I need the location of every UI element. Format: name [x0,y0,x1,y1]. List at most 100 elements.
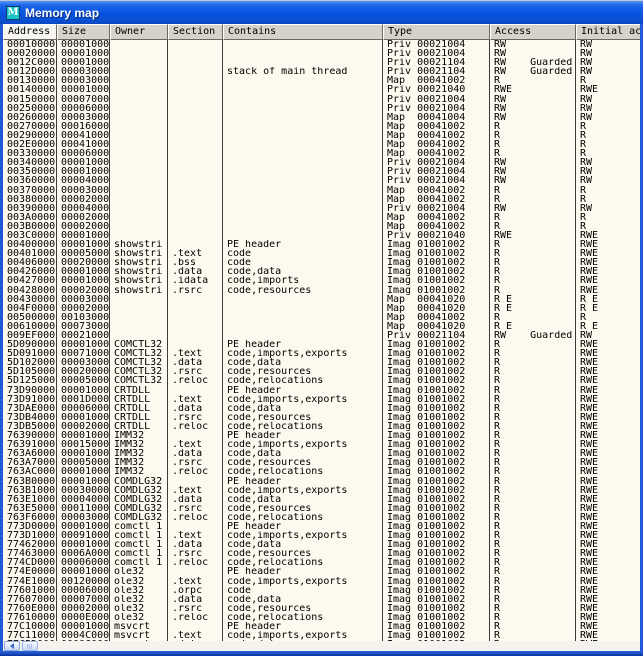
table-row[interactable]: 0025000000006000Priv 00021004RWRW [3,104,640,113]
cell-contains [223,122,383,131]
table-row[interactable]: 774E100000120000ole32.textcode,imports,e… [3,577,640,586]
table-row[interactable]: 009EF00000021000Priv 00021104RW GuardedR… [3,331,640,340]
table-row[interactable]: 0040100000005000showstri.textcodeImag 01… [3,249,640,258]
scrollbar-track[interactable] [38,641,640,651]
table-row[interactable]: 73DB400000001000CRTDLL.rsrccode,resource… [3,413,640,422]
table-row[interactable]: 0027000000016000Map 00041002RR [3,122,640,131]
cell-address: 5D125000 [3,376,57,385]
table-row[interactable]: 0042700000001000showstri.idatacode,impor… [3,276,640,285]
cell-size: 00120000 [57,577,110,586]
table-row[interactable]: 0033000000006000Map 00041002RR [3,149,640,158]
cell-type: Imag 01001002 [383,504,490,513]
table-row[interactable]: 73DAE00000006000CRTDLL.datacode,dataImag… [3,404,640,413]
scroll-left-button[interactable] [4,641,20,651]
table-row[interactable]: 763E500000011000COMDLG32.rsrccode,resour… [3,504,640,513]
table-row[interactable]: 773D000000001000comctl_1PE headerImag 01… [3,522,640,531]
cell-type: Imag 01001002 [383,376,490,385]
table-row[interactable]: 0015000000007000Priv 00021004RWRW [3,95,640,104]
table-row[interactable]: 0061000000073000Map 00041020R ER E [3,322,640,331]
column-header-size[interactable]: Size [57,24,110,40]
table-row[interactable]: 7760100000006000ole32.orpccodeImag 01001… [3,586,640,595]
table-row[interactable]: 763F600000003000COMDLG32.reloccode,reloc… [3,513,640,522]
cell-contains [223,104,383,113]
cell-type: Priv 00021004 [383,204,490,213]
cell-section [168,95,223,104]
column-header-type[interactable]: Type [383,24,490,40]
scrollbar-thumb[interactable] [22,641,38,651]
table-row[interactable]: 0043000000003000Map 00041020R ER E [3,295,640,304]
column-header-section[interactable]: Section [168,24,223,40]
table-row[interactable]: 774630000006A000comctl_1.rsrccode,resour… [3,549,640,558]
table-row[interactable]: 003A000000002000Map 00041002RR [3,213,640,222]
table-row[interactable]: 763B100000030000COMDLG32.textcode,import… [3,486,640,495]
cell-type: Map 00041002 [383,140,490,149]
cell-owner: comctl_1 [110,522,168,531]
table-row[interactable]: 0035000000001000Priv 00021004RWRW [3,167,640,176]
table-row[interactable]: 73D9000000001000CRTDLLPE headerImag 0100… [3,386,640,395]
cell-contains: PE header [223,431,383,440]
table-row[interactable]: 77C1000000001000msvcrtPE headerImag 0100… [3,622,640,631]
horizontal-scrollbar[interactable] [3,641,640,651]
table-row[interactable]: 002E000000041000Map 00041002RR [3,140,640,149]
column-header-access[interactable]: Access [490,24,576,40]
table-row[interactable]: 77C110000004C000msvcrt.textcode,imports,… [3,631,640,640]
table-row[interactable]: 0014000000001000Priv 00021040RWERWE [3,85,640,94]
table-row[interactable]: 763A700000005000IMM32.rsrccode,resources… [3,458,640,467]
table-row[interactable]: 0012D00000003000stack of main threadPriv… [3,67,640,76]
table-row[interactable]: 0040600000020000showstri.bsscodeImag 010… [3,258,640,267]
cell-initial: RW [576,40,640,49]
table-row[interactable]: 73DB500000002000CRTDLL.reloccode,relocat… [3,422,640,431]
table-row[interactable]: 0042800000002000showstri.rsrccode,resour… [3,286,640,295]
table-row[interactable]: 0013000000003000Map 00041002RR [3,76,640,85]
table-row[interactable]: 004F000000002000Map 00041020R ER E [3,304,640,313]
table-row[interactable]: 73D910000001D000CRTDLL.textcode,imports,… [3,395,640,404]
table-row[interactable]: 5D09100000071000COMCTL32.textcode,import… [3,349,640,358]
table-row[interactable]: 003B000000002000Map 00041002RR [3,222,640,231]
table-row[interactable]: 7760E00000002000ole32.rsrccode,resources… [3,604,640,613]
column-header-contains[interactable]: Contains [223,24,383,40]
table-row[interactable]: 7760700000007000ole32.datacode,dataImag … [3,595,640,604]
table-row[interactable]: 5D10200000003000COMCTL32.datacode,dataIm… [3,358,640,367]
column-header-owner[interactable]: Owner [110,24,168,40]
column-header-address[interactable]: Address [3,24,57,40]
table-row[interactable]: 0036000000004000Priv 00021004RWRW [3,176,640,185]
cell-address: 774E0000 [3,567,57,576]
table-row[interactable]: 763E100000004000COMDLG32.datacode,dataIm… [3,495,640,504]
cell-initial: RWE [576,231,640,240]
table-row[interactable]: 763B000000001000COMDLG32PE headerImag 01… [3,477,640,486]
table-row[interactable]: 7639000000001000IMM32PE headerImag 01001… [3,431,640,440]
cell-address: 00401000 [3,249,57,258]
table-row[interactable]: 7639100000015000IMM32.textcode,imports,e… [3,440,640,449]
cell-size: 00001000 [57,622,110,631]
table-row[interactable]: 774CD00000006000comctl_1.reloccode,reloc… [3,558,640,567]
table-row[interactable]: 773D100000091000comctl_1.textcode,import… [3,531,640,540]
column-header-initial[interactable]: Initial access [576,24,640,40]
table-row[interactable]: 776100000000E000ole32.reloccode,relocati… [3,613,640,622]
table-row[interactable]: 0002000000001000Priv 00021004RWRW [3,49,640,58]
cell-address: 763E5000 [3,504,57,513]
table-row[interactable]: 0039000000004000Priv 00021004RWRW [3,204,640,213]
table-row[interactable]: 0042600000001000showstri.datacode,dataIm… [3,267,640,276]
table-row[interactable]: 0026000000003000Map 00041004RWRW [3,113,640,122]
table-row[interactable]: 0040000000001000showstriPE headerImag 01… [3,240,640,249]
cell-section [168,85,223,94]
cell-section: .rsrc [168,504,223,513]
titlebar[interactable]: M Memory map [0,1,643,24]
table-row[interactable]: 7746200000001000comctl_1.datacode,dataIm… [3,540,640,549]
table-row[interactable]: 003C000000001000Priv 00021040RWERWE [3,231,640,240]
table-row[interactable]: 5D12500000005000COMCTL32.reloccode,reloc… [3,376,640,385]
table-row[interactable]: 0050000000103000Map 00041002RR [3,313,640,322]
table-row[interactable]: 0034000000001000Priv 00021004RWRW [3,158,640,167]
table-row[interactable]: 5D10500000020000COMCTL32.rsrccode,resour… [3,367,640,376]
table-row[interactable]: 0038000000002000Map 00041002RR [3,195,640,204]
table-row[interactable]: 0029000000041000Map 00041002RR [3,131,640,140]
table-row[interactable]: 5D09000000001000COMCTL32PE headerImag 01… [3,340,640,349]
table-row[interactable]: 0012C00000001000Priv 00021104RW GuardedR… [3,58,640,67]
table-row[interactable]: 774E000000001000ole32PE headerImag 01001… [3,567,640,576]
cell-type: Priv 00021004 [383,40,490,49]
cell-size: 00005000 [57,458,110,467]
table-row[interactable]: 763A600000001000IMM32.datacode,dataImag … [3,449,640,458]
table-row[interactable]: 0001000000001000Priv 00021004RWRW [3,40,640,49]
table-row[interactable]: 763AC00000001000IMM32.reloccode,relocati… [3,467,640,476]
table-row[interactable]: 0037000000003000Map 00041002RR [3,186,640,195]
